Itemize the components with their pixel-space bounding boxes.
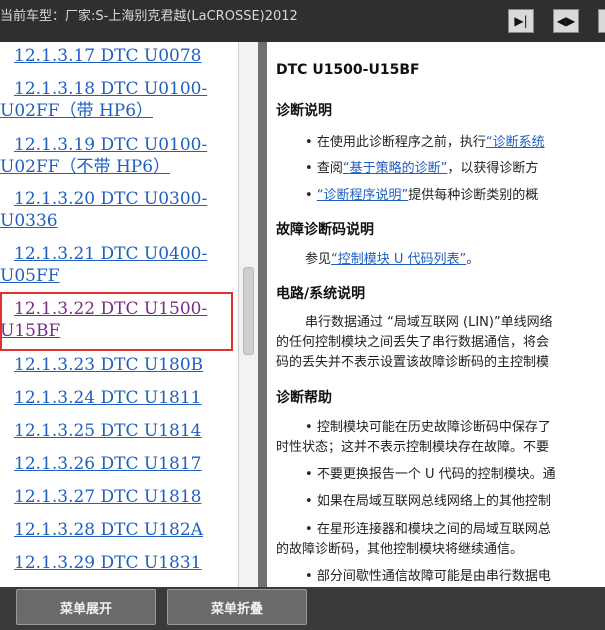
toc-item-line[interactable]: 12.1.3.19 DTC U0100- xyxy=(14,135,207,155)
bullet-line: • 查阅“基于策略的诊断”，以获得诊断方 xyxy=(305,161,539,176)
toc-item[interactable]: 12.1.3.17 DTC U0078 xyxy=(0,45,238,67)
toc-item[interactable]: 12.1.3.26 DTC U1817 xyxy=(0,453,238,475)
toc-item[interactable]: 12.1.3.18 DTC U0100- U02FF（带 HP6） xyxy=(0,78,238,122)
toc-item-line[interactable]: 12.1.3.26 DTC U1817 xyxy=(14,454,201,474)
toc-panel: 12.1.3.17 DTC U0078 12.1.3.18 DTC U0100-… xyxy=(0,42,238,587)
content-panel: DTC U1500-U15BF 诊断说明 • 在使用此诊断程序之前，执行“诊断系… xyxy=(267,42,605,587)
link[interactable]: “诊断系统 xyxy=(486,135,545,150)
bullet-line: • 部分间歇性通信故障可能是由串行数据电 xyxy=(305,569,551,584)
expand-right-button[interactable]: ▶| xyxy=(508,9,534,33)
link[interactable]: “基于策略的诊断” xyxy=(343,161,447,176)
section-heading: 故障诊断码说明 xyxy=(276,222,374,238)
bullet-line: • 如果在局域互联网总线网络上的其他控制 xyxy=(305,494,551,509)
text-line: 的故障诊断码，其他控制模块将继续通信。 xyxy=(276,542,524,557)
toc-item-line[interactable]: 12.1.3.21 DTC U0400- xyxy=(14,244,207,264)
toc-item-line[interactable]: U05FF xyxy=(0,266,60,286)
split-view-icon: ◀▶ xyxy=(556,14,576,28)
toc-item[interactable]: 12.1.3.27 DTC U1818 xyxy=(0,486,238,508)
pane-divider[interactable] xyxy=(258,42,267,587)
vehicle-title: 当前车型：厂家:S-上海别克君越(LaCROSSE)2012 xyxy=(0,9,298,24)
collapse-left-button[interactable] xyxy=(598,9,605,33)
toc-item[interactable]: 12.1.3.20 DTC U0300- U0336 xyxy=(0,188,238,232)
expand-menu-button[interactable]: 菜单展开 xyxy=(16,589,156,625)
toc-item-line[interactable]: 12.1.3.18 DTC U0100- xyxy=(14,79,207,99)
page-title: DTC U1500-U15BF xyxy=(276,62,420,78)
toc-item[interactable]: 12.1.3.25 DTC U1814 xyxy=(0,420,238,442)
selection-highlight xyxy=(0,292,233,351)
toc-scrollbar[interactable] xyxy=(238,42,258,587)
toc-item[interactable]: 12.1.3.28 DTC U182A xyxy=(0,519,238,541)
text-line: 码的丢失并不表示设置该故障诊断码的主控制模 xyxy=(276,355,550,370)
section-heading: 诊断说明 xyxy=(276,103,332,119)
toc-item-line[interactable]: 12.1.3.27 DTC U1818 xyxy=(14,487,201,507)
toc-item-line[interactable]: 12.1.3.28 DTC U182A xyxy=(14,520,203,540)
toc-item-line[interactable]: U02FF（带 HP6） xyxy=(0,101,153,121)
split-view-button[interactable]: ◀▶ xyxy=(553,9,579,33)
bottom-toolbar: 菜单展开 菜单折叠 xyxy=(0,587,605,630)
title-bar: 当前车型：厂家:S-上海别克君越(LaCROSSE)2012 ▶| ◀▶ xyxy=(0,0,605,42)
toc-item-line[interactable]: 12.1.3.20 DTC U0300- xyxy=(14,189,207,209)
bullet-line: • 在星形连接器和模块之间的局域互联网总 xyxy=(305,522,551,537)
toc-item-line[interactable]: 12.1.3.25 DTC U1814 xyxy=(14,421,201,441)
toc-item-line[interactable]: U0336 xyxy=(0,211,58,231)
text-line: 的任何控制模块之间丢失了串行数据通信，将会 xyxy=(276,335,550,350)
scrollbar-thumb[interactable] xyxy=(243,267,254,355)
text-line: 参见“控制模块 U 代码列表”。 xyxy=(305,252,480,267)
expand-right-icon: ▶| xyxy=(514,14,528,28)
bullet-line: • 不要更换报告一个 U 代码的控制模块。通 xyxy=(305,467,556,482)
toc-item[interactable]: 12.1.3.23 DTC U180B xyxy=(0,354,238,376)
link[interactable]: “控制模块 U 代码列表” xyxy=(331,252,466,267)
text-line: 串行数据通过 “局域互联网 (LIN)”单线网络 xyxy=(305,315,553,330)
toc-item-line[interactable]: U02FF（不带 HP6） xyxy=(0,157,170,177)
bullet-line: • 控制模块可能在历史故障诊断码中保存了 xyxy=(305,420,551,435)
bullet-line: • “诊断程序说明”提供每种诊断类别的概 xyxy=(305,188,539,203)
toc-item[interactable]: 12.1.3.19 DTC U0100- U02FF（不带 HP6） xyxy=(0,134,238,178)
bullet-line: • 在使用此诊断程序之前，执行“诊断系统 xyxy=(305,135,545,150)
toc-item-line[interactable]: 12.1.3.29 DTC U1831 xyxy=(14,553,201,573)
toc-item[interactable]: 12.1.3.29 DTC U1831 xyxy=(0,552,238,574)
collapse-menu-button[interactable]: 菜单折叠 xyxy=(167,589,307,625)
toc-item-line[interactable]: 12.1.3.23 DTC U180B xyxy=(14,355,203,375)
section-heading: 诊断帮助 xyxy=(276,390,332,406)
text-line: 时性状态；这并不表示控制模块存在故障。不要 xyxy=(276,440,550,455)
toc-item-line[interactable]: 12.1.3.17 DTC U0078 xyxy=(14,46,201,66)
toc-item[interactable]: 12.1.3.21 DTC U0400- U05FF xyxy=(0,243,238,287)
link[interactable]: “诊断程序说明” xyxy=(317,188,408,203)
toc-item[interactable]: 12.1.3.24 DTC U1811 xyxy=(0,387,238,409)
section-heading: 电路/系统说明 xyxy=(276,286,366,302)
toc-item-line[interactable]: 12.1.3.24 DTC U1811 xyxy=(14,388,201,408)
